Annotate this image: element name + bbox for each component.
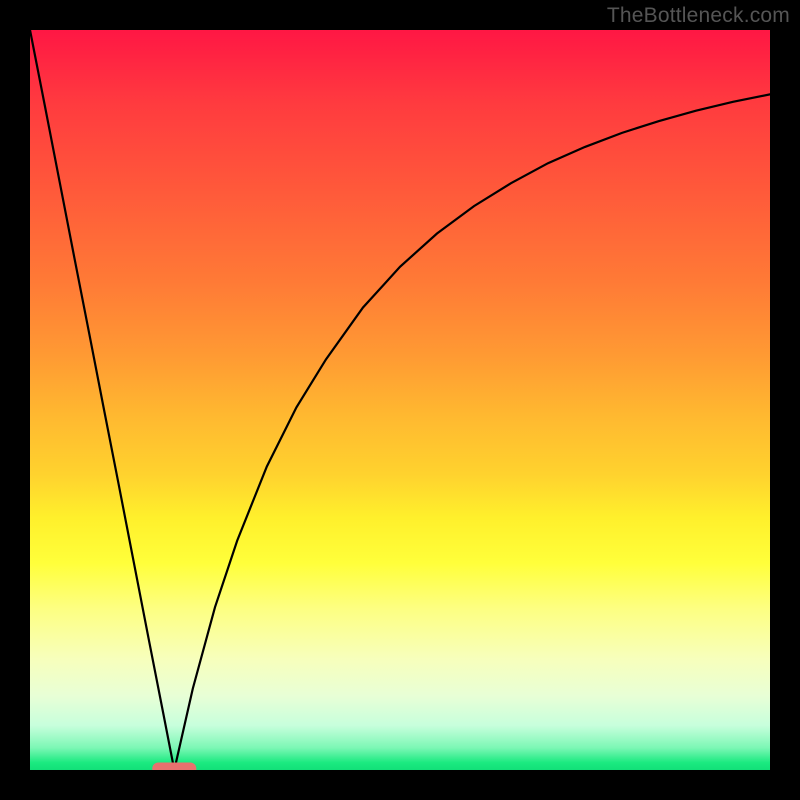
min-point-marker <box>152 763 196 771</box>
chart-frame: TheBottleneck.com <box>0 0 800 800</box>
curve-right-arm <box>174 94 770 770</box>
curve-left-arm <box>30 30 174 770</box>
chart-curve-layer <box>30 30 770 770</box>
attribution-text: TheBottleneck.com <box>607 4 790 28</box>
